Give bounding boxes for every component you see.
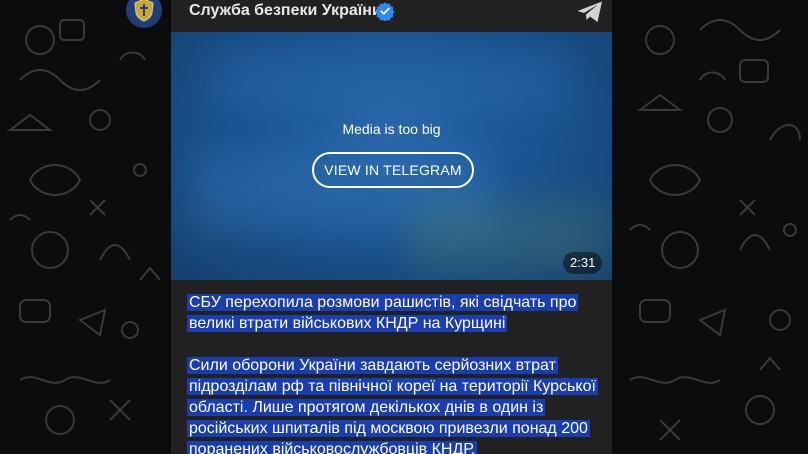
headline-line: великі втрати військових КНДР на Курщині bbox=[187, 315, 508, 332]
media-too-big-message: Media is too big bbox=[342, 121, 441, 137]
post-body: Сили оборони України завдають серйозних … bbox=[187, 355, 607, 454]
view-in-telegram-button[interactable]: VIEW IN TELEGRAM bbox=[312, 152, 474, 188]
post-header: Служба безпеки України bbox=[171, 0, 612, 30]
body-line: Сили оборони України завдають серйозних … bbox=[187, 357, 558, 374]
body-line: області. Лише протягом декількох днів в … bbox=[187, 399, 546, 416]
telegram-share-icon[interactable] bbox=[576, 0, 604, 24]
verified-badge-icon bbox=[375, 2, 395, 21]
channel-name[interactable]: Служба безпеки України bbox=[189, 2, 382, 20]
post-text: СБУ перехопила розмови рашистів, які сві… bbox=[187, 292, 607, 454]
body-line: російських шпиталів під москвою привезли… bbox=[187, 420, 590, 437]
body-line: поранених військовослужбовців КНДР. bbox=[187, 441, 478, 454]
channel-post: Служба безпеки України Media is too big … bbox=[171, 0, 612, 454]
media-blur bbox=[211, 52, 571, 112]
body-line: підрозділам рф та північної кореї на тер… bbox=[187, 378, 598, 395]
video-duration-badge: 2:31 bbox=[563, 252, 603, 274]
post-headline: СБУ перехопила розмови рашистів, які сві… bbox=[187, 292, 607, 334]
video-preview[interactable]: Media is too big VIEW IN TELEGRAM 2:31 bbox=[171, 32, 612, 280]
headline-line: СБУ перехопила розмови рашистів, які сві… bbox=[187, 294, 579, 311]
sbu-emblem-icon bbox=[134, 0, 154, 22]
